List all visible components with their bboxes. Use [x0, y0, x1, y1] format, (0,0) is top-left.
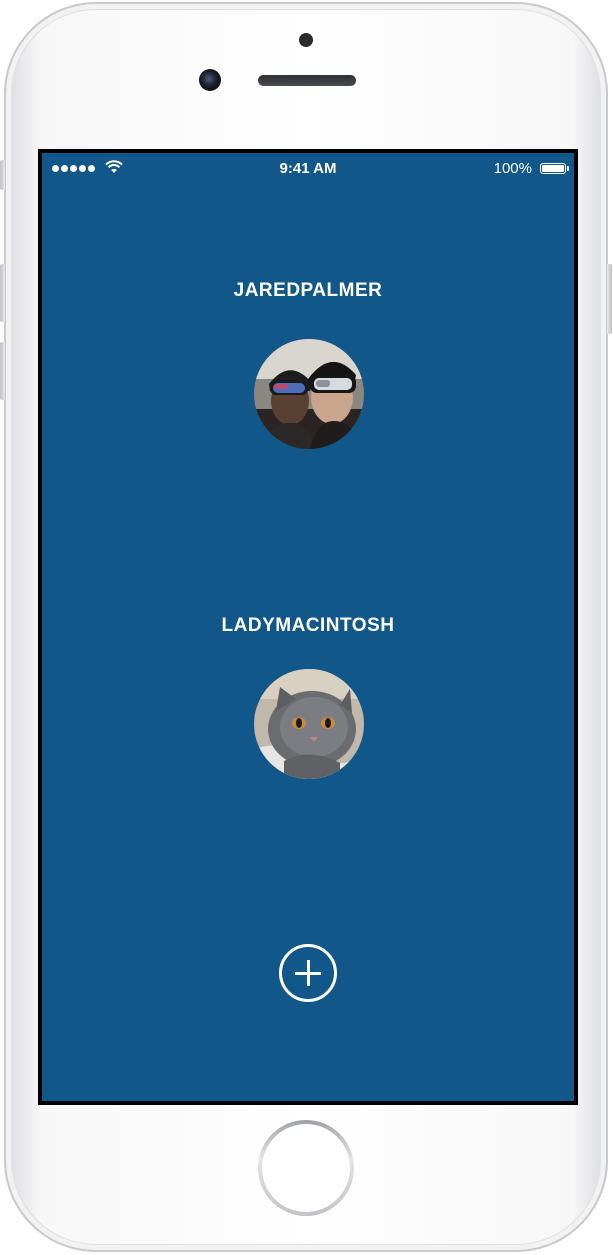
app-screen: 9:41 AM 100% JAREDPALMER LADYMACINTOSH [42, 153, 574, 1101]
account-item-ladymacintosh[interactable]: LADYMACINTOSH [42, 614, 574, 638]
battery-percentage: 100% [493, 160, 532, 177]
screen-bezel: 9:41 AM 100% JAREDPALMER LADYMACINTOSH [38, 149, 578, 1105]
volume-up-button [0, 264, 5, 322]
add-account-button[interactable] [279, 944, 337, 1002]
phone-frame: 9:41 AM 100% JAREDPALMER LADYMACINTOSH [0, 2, 612, 1252]
home-button[interactable] [258, 1120, 354, 1216]
power-button [607, 264, 612, 334]
volume-down-button [0, 342, 5, 400]
battery-tip [567, 166, 569, 171]
account-item-jaredpalmer[interactable]: JAREDPALMER [42, 279, 574, 303]
account-username[interactable]: JAREDPALMER [42, 279, 574, 303]
status-bar: 9:41 AM 100% [42, 153, 574, 185]
proximity-sensor [299, 33, 313, 47]
avatar-photo-cat-icon[interactable] [254, 669, 364, 779]
home-button-face[interactable] [262, 1124, 350, 1212]
front-camera-icon [199, 69, 221, 91]
plus-icon-vertical [306, 960, 310, 986]
account-username[interactable]: LADYMACINTOSH [42, 614, 574, 638]
mute-switch [0, 160, 5, 190]
avatar-photo-two-people-icon[interactable] [254, 339, 364, 449]
battery-icon [540, 163, 566, 174]
earpiece-speaker [258, 75, 356, 86]
